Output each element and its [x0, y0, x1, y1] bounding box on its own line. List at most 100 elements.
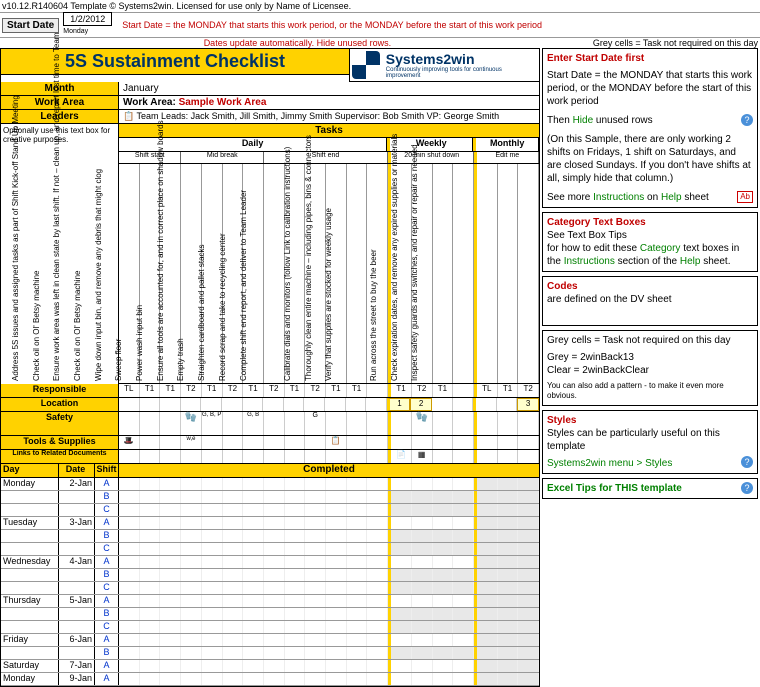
completion-cell[interactable] [140, 517, 161, 529]
completion-cell[interactable] [453, 491, 474, 503]
info-cell[interactable]: T1 [326, 384, 347, 397]
completion-cell[interactable] [347, 556, 368, 568]
completion-cell[interactable] [264, 569, 285, 581]
completion-cell[interactable] [433, 530, 454, 542]
completion-cell[interactable] [433, 491, 454, 503]
completion-cell[interactable] [453, 634, 474, 646]
completion-cell[interactable] [223, 569, 244, 581]
completion-cell[interactable] [160, 621, 181, 633]
completion-cell[interactable] [474, 478, 498, 490]
completion-cell[interactable] [518, 478, 539, 490]
info-cell[interactable] [474, 450, 498, 463]
completion-cell[interactable] [223, 517, 244, 529]
completion-cell[interactable] [243, 582, 264, 594]
completion-cell[interactable] [474, 582, 498, 594]
completion-cell[interactable] [326, 647, 347, 659]
completion-cell[interactable] [264, 595, 285, 607]
info-cell[interactable] [263, 398, 284, 411]
completion-cell[interactable] [433, 660, 454, 672]
completion-cell[interactable] [474, 647, 498, 659]
completion-cell[interactable] [160, 647, 181, 659]
completion-cell[interactable] [243, 608, 264, 620]
info-cell[interactable]: T1 [388, 384, 412, 397]
info-cell[interactable]: T2 [518, 384, 539, 397]
completion-cell[interactable] [412, 517, 433, 529]
info-cell[interactable] [453, 436, 474, 449]
info-cell[interactable] [474, 436, 498, 449]
completion-cell[interactable] [412, 634, 433, 646]
completion-cell[interactable] [518, 556, 539, 568]
completion-cell[interactable] [347, 582, 368, 594]
completion-cell[interactable] [388, 530, 412, 542]
completion-cell[interactable] [181, 504, 202, 516]
info-cell[interactable] [433, 450, 454, 463]
info-cell[interactable] [223, 436, 244, 449]
info-cell[interactable] [140, 398, 161, 411]
info-cell[interactable] [347, 412, 368, 435]
info-cell[interactable]: 📄 [388, 450, 412, 463]
info-cell[interactable]: 🎩 [119, 436, 140, 449]
completion-cell[interactable] [347, 608, 368, 620]
completion-cell[interactable] [264, 517, 285, 529]
completion-cell[interactable] [388, 478, 412, 490]
completion-cell[interactable] [518, 608, 539, 620]
completion-cell[interactable] [223, 478, 244, 490]
completion-cell[interactable] [474, 660, 498, 672]
completion-cell[interactable] [367, 530, 388, 542]
completion-cell[interactable] [305, 647, 326, 659]
info-cell[interactable]: G, B, P [202, 412, 223, 435]
completion-cell[interactable] [305, 491, 326, 503]
completion-cell[interactable] [160, 478, 181, 490]
completion-cell[interactable] [305, 543, 326, 555]
completion-cell[interactable] [202, 556, 223, 568]
completion-cell[interactable] [498, 660, 519, 672]
completion-cell[interactable] [498, 517, 519, 529]
completion-cell[interactable] [326, 478, 347, 490]
completion-cell[interactable] [433, 504, 454, 516]
info-cell[interactable] [325, 398, 346, 411]
completion-cell[interactable] [140, 504, 161, 516]
completion-cell[interactable] [453, 582, 474, 594]
ab-icon[interactable]: Ab [737, 191, 753, 203]
completion-cell[interactable] [453, 608, 474, 620]
completion-cell[interactable] [498, 647, 519, 659]
completion-cell[interactable] [305, 556, 326, 568]
completion-cell[interactable] [474, 569, 498, 581]
completion-cell[interactable] [474, 504, 498, 516]
completion-cell[interactable] [474, 543, 498, 555]
completion-cell[interactable] [202, 634, 223, 646]
completion-cell[interactable] [326, 530, 347, 542]
completion-cell[interactable] [160, 673, 181, 685]
info-cell[interactable] [326, 412, 347, 435]
info-cell[interactable] [264, 450, 285, 463]
completion-cell[interactable] [453, 673, 474, 685]
info-cell[interactable]: ▦ [412, 450, 433, 463]
info-cell[interactable] [453, 450, 474, 463]
completion-cell[interactable] [223, 673, 244, 685]
completion-cell[interactable] [326, 543, 347, 555]
completion-cell[interactable] [181, 543, 202, 555]
completion-cell[interactable] [264, 556, 285, 568]
info-cell[interactable] [285, 412, 306, 435]
completion-cell[interactable] [518, 569, 539, 581]
completion-cell[interactable] [305, 595, 326, 607]
info-cell[interactable] [453, 398, 474, 411]
completion-cell[interactable] [140, 647, 161, 659]
completion-cell[interactable] [518, 660, 539, 672]
completion-cell[interactable] [305, 504, 326, 516]
completion-cell[interactable] [181, 556, 202, 568]
completion-cell[interactable] [119, 634, 140, 646]
completion-cell[interactable] [223, 504, 244, 516]
info-cell[interactable]: 3 [517, 398, 539, 411]
info-cell[interactable] [305, 450, 326, 463]
completion-cell[interactable] [412, 595, 433, 607]
completion-cell[interactable] [223, 582, 244, 594]
completion-cell[interactable] [433, 673, 454, 685]
completion-cell[interactable] [243, 543, 264, 555]
completion-cell[interactable] [518, 543, 539, 555]
info-cell[interactable] [243, 398, 264, 411]
completion-cell[interactable] [367, 647, 388, 659]
completion-cell[interactable] [518, 530, 539, 542]
completion-cell[interactable] [243, 556, 264, 568]
completion-cell[interactable] [474, 491, 498, 503]
